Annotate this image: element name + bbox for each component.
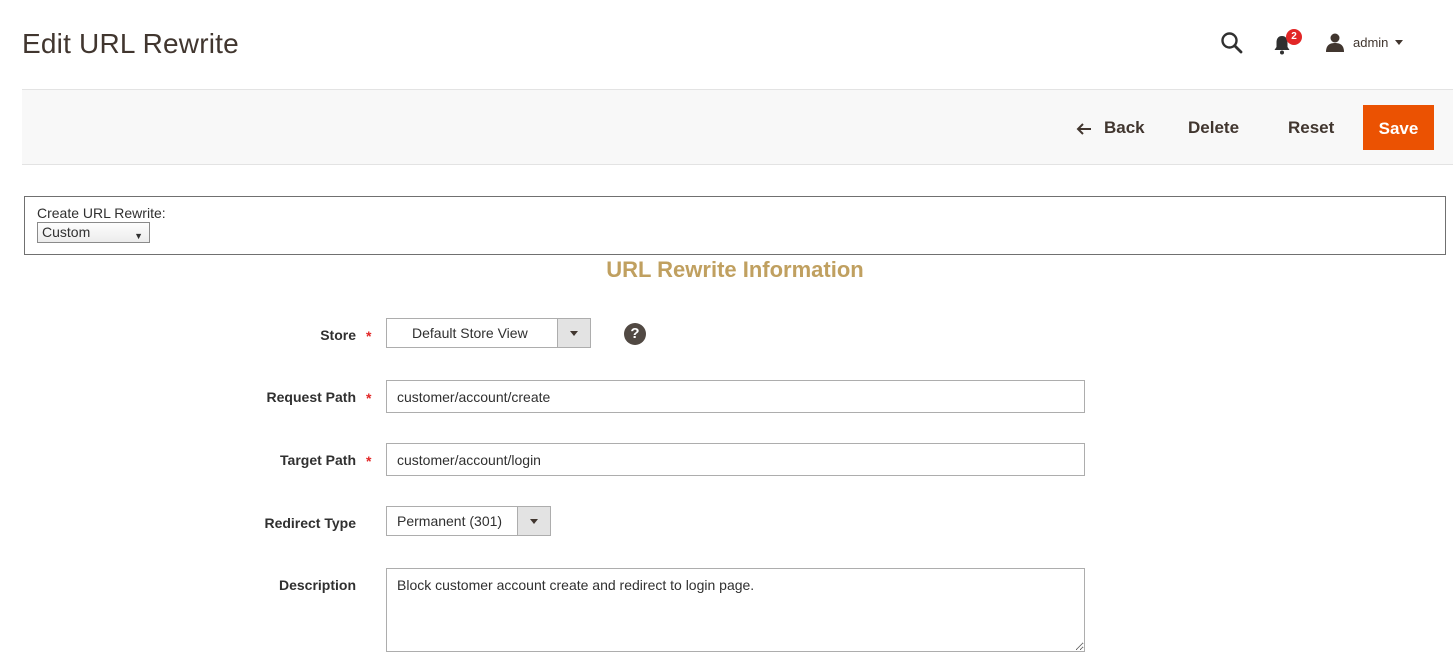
redirect-type-label: Redirect Type xyxy=(264,515,356,531)
back-label: Back xyxy=(1104,118,1145,137)
user-menu[interactable]: admin xyxy=(1325,30,1404,54)
chevron-down-icon xyxy=(517,507,550,535)
arrow-left-icon xyxy=(1076,122,1091,135)
reset-button[interactable]: Reset xyxy=(1274,105,1348,150)
create-url-rewrite-value: Custom xyxy=(42,224,91,240)
header-actions: 2 admin xyxy=(1213,28,1453,58)
user-name: admin xyxy=(1353,34,1389,50)
target-path-label: Target Path xyxy=(280,452,356,468)
page-actions-toolbar: Back Delete Reset Save xyxy=(22,89,1453,165)
target-path-input[interactable] xyxy=(386,443,1085,476)
required-marker: * xyxy=(366,390,372,406)
save-button[interactable]: Save xyxy=(1363,105,1434,150)
request-path-label: Request Path xyxy=(266,389,356,405)
notifications-button[interactable]: 2 xyxy=(1273,29,1303,56)
redirect-type-select[interactable]: Permanent (301) xyxy=(386,506,551,536)
description-textarea[interactable]: Block customer account create and redire… xyxy=(386,568,1085,652)
create-url-rewrite-box: Create URL Rewrite: Custom ▼ xyxy=(24,196,1446,255)
section-title: URL Rewrite Information xyxy=(606,257,864,282)
store-value: Default Store View xyxy=(412,325,528,341)
chevron-down-icon: ▼ xyxy=(134,231,143,241)
create-url-rewrite-label: Create URL Rewrite: xyxy=(37,205,166,221)
user-icon xyxy=(1326,33,1344,52)
store-label: Store xyxy=(320,327,356,343)
search-icon[interactable] xyxy=(1219,30,1245,56)
help-icon[interactable]: ? xyxy=(624,323,646,345)
notification-count-badge: 2 xyxy=(1286,29,1302,45)
chevron-down-icon xyxy=(557,319,590,347)
redirect-type-value: Permanent (301) xyxy=(397,513,503,529)
description-label: Description xyxy=(278,577,356,593)
delete-button[interactable]: Delete xyxy=(1174,105,1253,150)
required-marker: * xyxy=(366,453,372,469)
page-title: Edit URL Rewrite xyxy=(22,28,239,59)
create-url-rewrite-select[interactable]: Custom ▼ xyxy=(37,222,150,243)
chevron-down-icon xyxy=(1395,39,1404,45)
required-marker: * xyxy=(366,328,372,344)
request-path-input[interactable] xyxy=(386,380,1085,413)
back-button[interactable]: Back xyxy=(1062,105,1159,150)
store-select[interactable]: Default Store View xyxy=(386,318,591,348)
